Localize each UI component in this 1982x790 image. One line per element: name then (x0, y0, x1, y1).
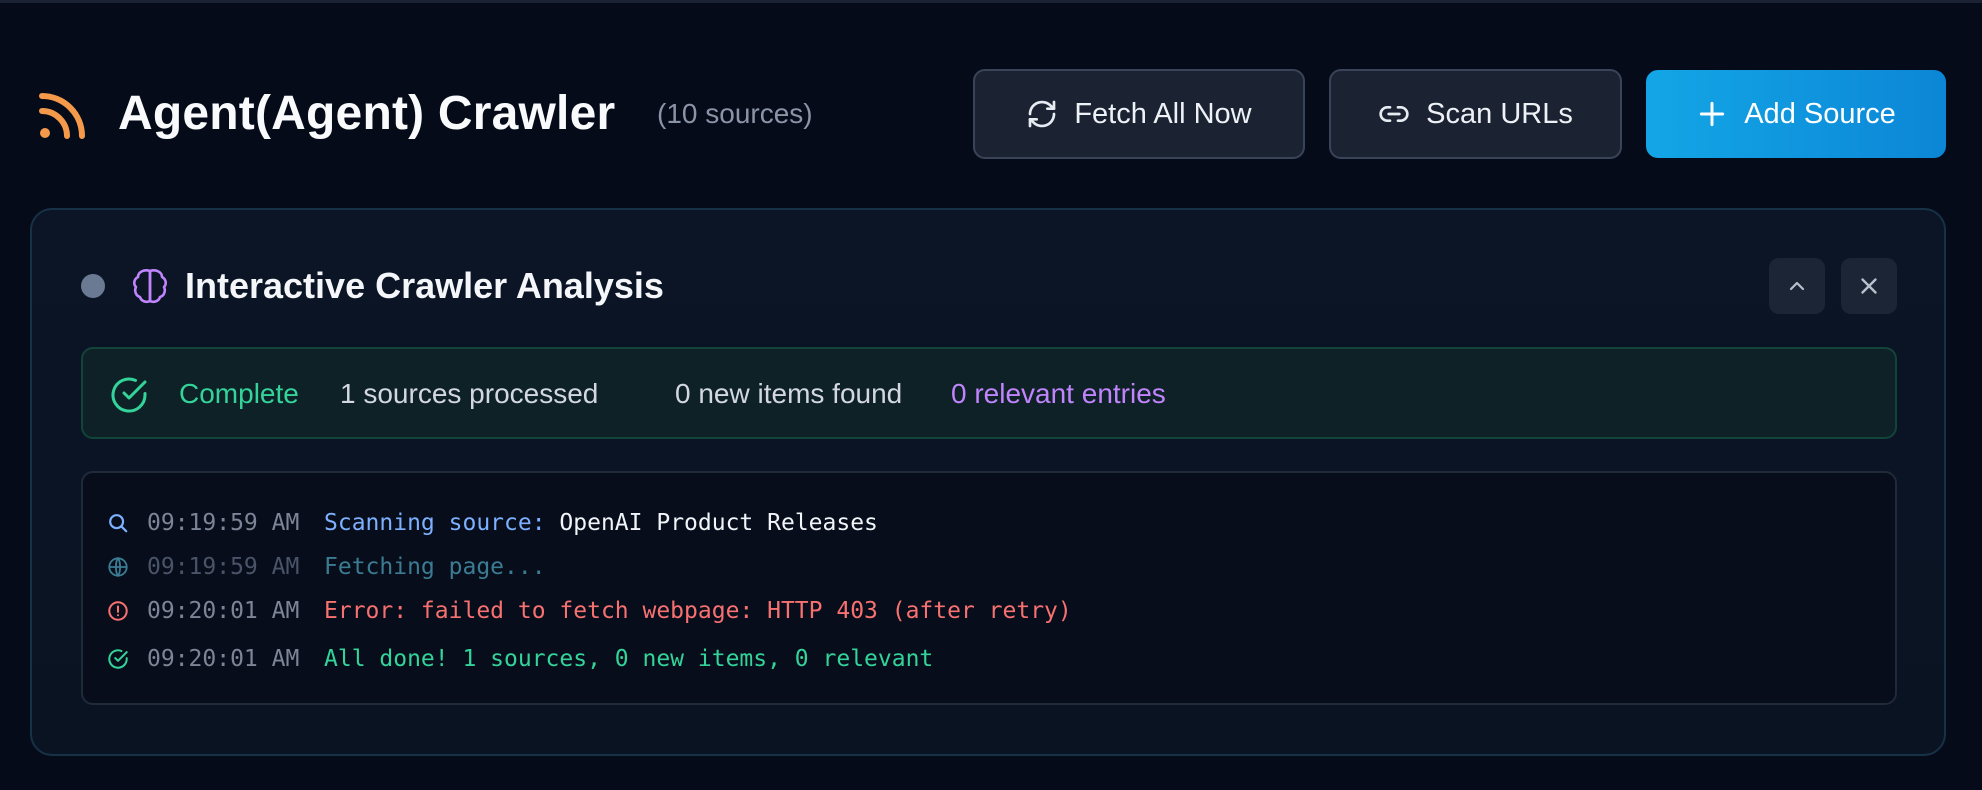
fetch-all-button[interactable]: Fetch All Now (973, 69, 1305, 159)
summary-bar: Complete 1 sources processed 0 new items… (81, 347, 1897, 439)
globe-icon (108, 556, 128, 578)
collapse-button[interactable] (1769, 258, 1825, 314)
log-message: All done! 1 sources, 0 new items, 0 rele… (324, 646, 934, 672)
log-timestamp: 09:20:01 AM (147, 646, 300, 672)
add-source-label: Add Source (1744, 97, 1896, 130)
close-icon (1861, 278, 1877, 294)
alert-circle-icon (108, 601, 128, 621)
summary-new-items: 0 new items found (675, 378, 903, 409)
log-row: 09:19:59 AM Fetching page... (83, 549, 1883, 585)
refresh-icon (1029, 100, 1056, 128)
plus-icon (1700, 101, 1725, 127)
search-icon (109, 514, 128, 533)
log-message: Scanning source: OpenAI Product Releases (324, 505, 878, 541)
summary-status: Complete (179, 378, 299, 409)
link-icon (1379, 106, 1409, 122)
close-button[interactable] (1841, 258, 1897, 314)
log-row: 09:20:01 AM All done! 1 sources, 0 new i… (83, 641, 1883, 677)
crawler-analysis-panel: Interactive Crawler Analysis Complete 1 … (30, 208, 1946, 756)
page-title: Agent(Agent) Crawler (118, 87, 616, 140)
panel-title: Interactive Crawler Analysis (185, 265, 664, 306)
scan-urls-button[interactable]: Scan URLs (1329, 69, 1622, 159)
check-circle-icon (111, 377, 147, 413)
log-row: 09:19:59 AM Scanning source: OpenAI Prod… (83, 505, 1883, 541)
chevron-up-icon (1789, 281, 1805, 291)
brain-icon (132, 269, 168, 304)
activity-log: 09:19:59 AM Scanning source: OpenAI Prod… (81, 471, 1897, 705)
log-message: Error: failed to fetch webpage: HTTP 403… (324, 598, 1072, 624)
rss-icon (39, 93, 85, 139)
scan-urls-label: Scan URLs (1426, 97, 1573, 130)
log-message-text: Scanning source: (324, 510, 546, 536)
log-timestamp: 09:19:59 AM (147, 554, 300, 580)
log-message: Fetching page... (324, 554, 546, 580)
fetch-all-label: Fetch All Now (1074, 97, 1252, 130)
summary-processed: 1 sources processed (340, 378, 599, 409)
log-row: 09:20:01 AM Error: failed to fetch webpa… (83, 593, 1883, 629)
log-timestamp: 09:20:01 AM (147, 598, 300, 624)
log-source-name: OpenAI Product Releases (559, 510, 878, 536)
log-timestamp: 09:19:59 AM (147, 510, 300, 536)
status-dot (81, 274, 105, 298)
add-source-button[interactable]: Add Source (1646, 70, 1946, 158)
summary-relevant: 0 relevant entries (951, 378, 1166, 409)
app-header: Agent(Agent) Crawler (10 sources) Fetch … (0, 0, 1982, 200)
source-count: (10 sources) (657, 98, 813, 129)
check-circle-icon (108, 649, 128, 669)
